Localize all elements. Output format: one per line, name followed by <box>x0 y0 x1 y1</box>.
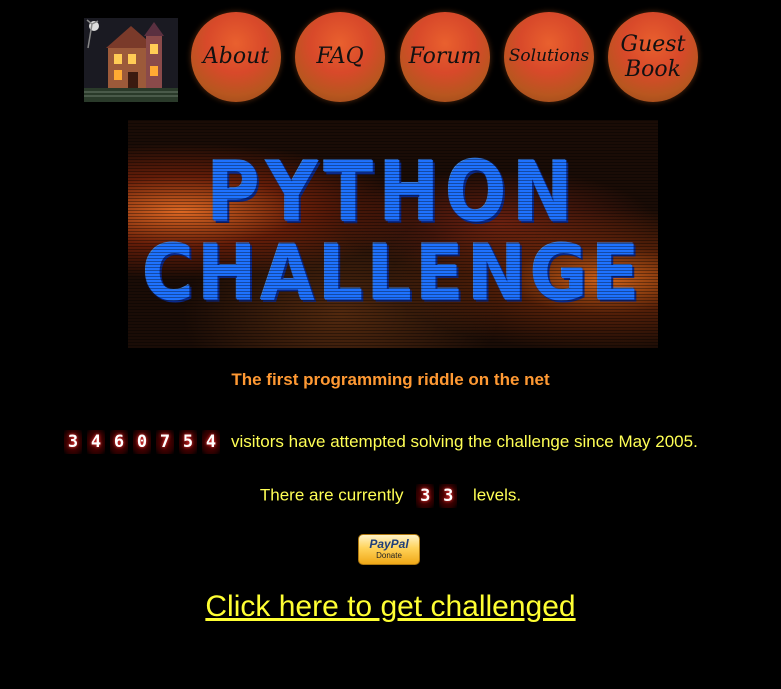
visitor-counter: 3 4 6 0 7 5 4 <box>64 430 225 454</box>
banner-title-line2: CHALLENGE <box>142 227 644 319</box>
python-challenge-banner: PYTHON CHALLENGE <box>128 120 658 348</box>
house-icon <box>84 18 178 102</box>
counter-digit: 3 <box>439 484 458 508</box>
forum-button[interactable]: Forum <box>400 12 490 102</box>
counter-digit: 3 <box>416 484 435 508</box>
guestbook-label-line1: Guest <box>620 31 686 57</box>
banner-title-line1: PYTHON <box>207 143 579 241</box>
forum-label: Forum <box>408 44 482 70</box>
about-label: About <box>202 44 270 70</box>
solutions-label: Solutions <box>508 46 590 67</box>
guestbook-label-line2: Book <box>625 57 681 82</box>
counter-digit: 7 <box>156 430 174 454</box>
faq-button[interactable]: FAQ <box>295 12 385 102</box>
about-button[interactable]: About <box>191 12 281 102</box>
faq-label: FAQ <box>316 44 364 70</box>
counter-digit: 6 <box>110 430 128 454</box>
tagline: The first programming riddle on the net <box>231 370 550 389</box>
haunted-house-logo[interactable] <box>84 18 178 102</box>
guestbook-button[interactable]: Guest Book <box>608 12 698 102</box>
challenge-link-container: Click here to get challenged <box>0 590 781 624</box>
paypal-donate-button[interactable]: PayPal Donate <box>358 534 420 565</box>
counter-digit: 0 <box>133 430 151 454</box>
paypal-logo: PayPal <box>369 537 409 551</box>
visitor-count-line: 3 4 6 0 7 5 4 visitors have attempted so… <box>64 430 698 454</box>
solutions-button[interactable]: Solutions <box>504 12 594 102</box>
levels-counter: 3 3 <box>416 484 462 508</box>
counter-digit: 4 <box>87 430 105 454</box>
levels-prefix: There are currently <box>259 485 404 505</box>
visitor-text: visitors have attempted solving the chal… <box>231 432 698 451</box>
counter-digit: 5 <box>179 430 197 454</box>
top-navigation: About FAQ Forum Solutions Guest Book <box>0 0 781 110</box>
levels-suffix: levels. <box>472 485 522 505</box>
counter-digit: 4 <box>202 430 220 454</box>
counter-digit: 3 <box>64 430 82 454</box>
get-challenged-link[interactable]: Click here to get challenged <box>205 590 575 623</box>
levels-line: There are currently 3 3 levels. <box>0 484 781 508</box>
donate-label: Donate <box>376 551 402 560</box>
